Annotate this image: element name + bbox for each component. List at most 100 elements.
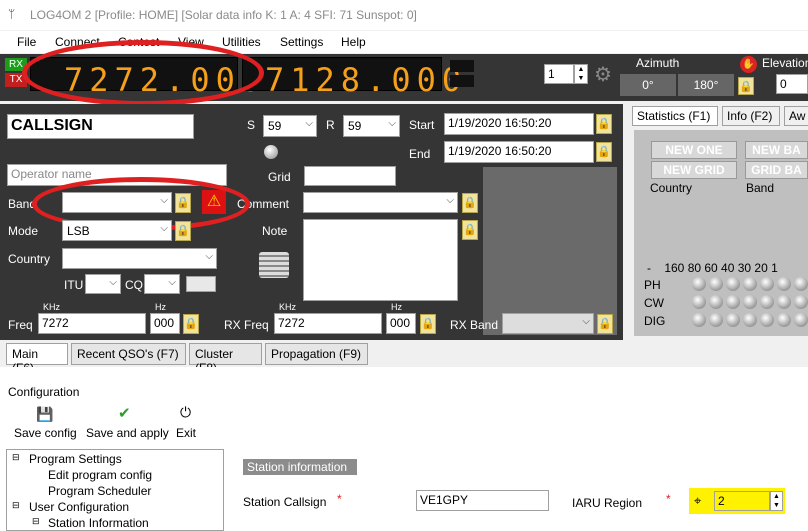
matrix-dot — [794, 313, 808, 327]
menu-settings[interactable]: Settings — [280, 35, 323, 49]
stop-rotator-icon[interactable]: ✋ — [740, 56, 757, 73]
freq-lock-icon[interactable]: 🔒 — [183, 314, 199, 334]
iaru-region-label: IARU Region — [572, 496, 643, 510]
note-lock-icon[interactable]: 🔒 — [462, 220, 478, 240]
new-one-button[interactable]: NEW ONE — [651, 141, 737, 159]
matrix-dot — [743, 295, 757, 309]
chevron-down-icon: ⌵ — [388, 118, 396, 129]
matrix-dot — [743, 277, 757, 291]
start-time-input[interactable]: 1/19/2020 16:50:20 — [444, 113, 594, 135]
rig-spin-arrows[interactable]: ▲ ▼ — [574, 64, 588, 84]
vfo-indicator-bottom — [450, 75, 474, 87]
chevron-down-icon: ⌵ — [109, 277, 117, 288]
tab-main[interactable]: Main (F6) — [6, 343, 68, 375]
required-marker: * — [337, 492, 342, 506]
tree-item-program-scheduler[interactable]: Program Scheduler — [48, 484, 151, 498]
menu-file[interactable]: File — [17, 35, 36, 49]
end-time-input[interactable]: 1/19/2020 16:50:20 — [444, 141, 594, 163]
band-mode-matrix — [692, 277, 808, 331]
save-config-button[interactable]: 💾 Save config — [14, 406, 78, 442]
comment-select[interactable]: ⌵ — [303, 192, 458, 213]
country-select[interactable]: ⌵ — [62, 248, 217, 269]
exit-label: Exit — [176, 426, 197, 440]
rotator-lock-icon[interactable]: 🔒 — [738, 77, 754, 95]
matrix-dot — [760, 295, 774, 309]
save-and-apply-button[interactable]: ✔ Save and apply — [86, 405, 170, 442]
s-label: S — [247, 118, 256, 132]
clear-form-icon[interactable] — [259, 252, 289, 278]
power-icon: ⏻ — [180, 404, 192, 420]
tree-expander-icon[interactable]: ⊟ — [32, 516, 40, 527]
tree-item-user-configuration[interactable]: User Configuration — [29, 500, 129, 514]
rxfreq-label: RX Freq — [224, 318, 269, 332]
rxband-lock-icon[interactable]: 🔒 — [597, 314, 613, 334]
save-and-apply-label: Save and apply — [86, 426, 169, 440]
note-label: Note — [262, 224, 288, 238]
menu-help[interactable]: Help — [341, 35, 366, 49]
r-label: R — [326, 118, 335, 132]
gear-icon[interactable]: ⚙ — [594, 62, 612, 87]
tab-recent-qsos[interactable]: Recent QSO's (F7) — [71, 343, 186, 365]
new-band-button[interactable]: NEW BA — [745, 141, 808, 159]
rxfreq-hz-input[interactable]: 000 — [386, 313, 416, 334]
azimuth-opposite-button[interactable]: 180° — [678, 74, 734, 96]
start-lock-icon[interactable]: 🔒 — [596, 114, 612, 134]
station-callsign-label: Station Callsign — [243, 495, 327, 509]
cq-select[interactable]: ⌵ — [144, 274, 180, 294]
station-callsign-input[interactable]: VE1GPY — [416, 490, 549, 511]
grid-band-button[interactable]: GRID BA — [745, 161, 808, 179]
elevation-input[interactable]: 0 — [776, 74, 808, 94]
tree-item-station-information[interactable]: Station Information — [48, 516, 149, 530]
continent-field[interactable] — [186, 276, 216, 292]
menu-utilities[interactable]: Utilities — [222, 35, 261, 49]
tab-statistics[interactable]: Statistics (F1) — [632, 106, 718, 126]
comment-lock-icon[interactable]: 🔒 — [462, 193, 478, 213]
rxfreq-khz-input[interactable]: 7272 — [274, 313, 382, 334]
note-textarea[interactable] — [303, 219, 458, 301]
sub-frequency-display[interactable]: 7128.000 — [242, 57, 461, 99]
rxfreq-lock-icon[interactable]: 🔒 — [420, 314, 436, 334]
freq-hz-input[interactable]: 000 — [150, 313, 180, 334]
freq-khz-input[interactable]: 7272 — [38, 313, 146, 334]
rxfreq-khz-label: KHz — [279, 302, 297, 312]
rst-sent-select[interactable]: 59 ⌵ — [263, 115, 317, 137]
bands-header: - 160 80 60 40 30 20 1 — [647, 261, 778, 275]
iaru-region-spinner[interactable]: ▲ ▼ — [770, 491, 783, 511]
tree-expander-icon[interactable]: ⊟ — [12, 500, 20, 511]
freq-label: Freq — [8, 318, 33, 332]
end-lock-icon[interactable]: 🔒 — [596, 142, 612, 162]
mode-lock-icon[interactable]: 🔒 — [175, 221, 191, 241]
matrix-dot — [743, 313, 757, 327]
vfo-indicator-top — [450, 60, 474, 72]
chevron-down-icon: ⌵ — [582, 316, 590, 327]
mode-select[interactable]: LSB ⌵ — [62, 220, 172, 241]
iaru-region-input[interactable]: 2 — [714, 491, 770, 511]
rst-received-select[interactable]: 59 ⌵ — [343, 115, 400, 137]
grid-input[interactable] — [304, 166, 396, 186]
matrix-dot — [709, 295, 723, 309]
tab-info[interactable]: Info (F2) — [722, 106, 780, 126]
matrix-dot — [777, 295, 791, 309]
tree-item-program-settings[interactable]: Program Settings — [29, 452, 122, 466]
mode-value: LSB — [67, 224, 90, 238]
tab-award[interactable]: Aw — [784, 106, 808, 126]
itu-select[interactable]: ⌵ — [85, 274, 121, 294]
exit-button[interactable]: ⏻ Exit — [175, 404, 201, 442]
chevron-down-icon: ⌵ — [446, 195, 454, 206]
rxband-select[interactable]: ⌵ — [502, 313, 594, 334]
callsign-input[interactable]: CALLSIGN — [7, 114, 194, 139]
mode-label: Mode — [8, 224, 39, 238]
tab-propagation[interactable]: Propagation (F9) — [265, 343, 368, 365]
rig-spin-input[interactable]: 1 — [544, 64, 574, 84]
matrix-dot — [692, 295, 706, 309]
tab-cluster[interactable]: Cluster (F8) — [189, 343, 262, 375]
mode-row-label-ph: PH — [644, 278, 661, 292]
azimuth-value[interactable]: 0° — [620, 74, 676, 96]
tree-expander-icon[interactable]: ⊟ — [12, 452, 20, 463]
end-label: End — [409, 147, 431, 161]
save-config-label: Save config — [14, 426, 77, 440]
new-grid-button[interactable]: NEW GRID — [651, 161, 737, 179]
chevron-down-icon: ⌵ — [160, 223, 168, 234]
tree-item-edit-program-config[interactable]: Edit program config — [48, 468, 152, 482]
grid-label: Grid — [268, 170, 291, 184]
